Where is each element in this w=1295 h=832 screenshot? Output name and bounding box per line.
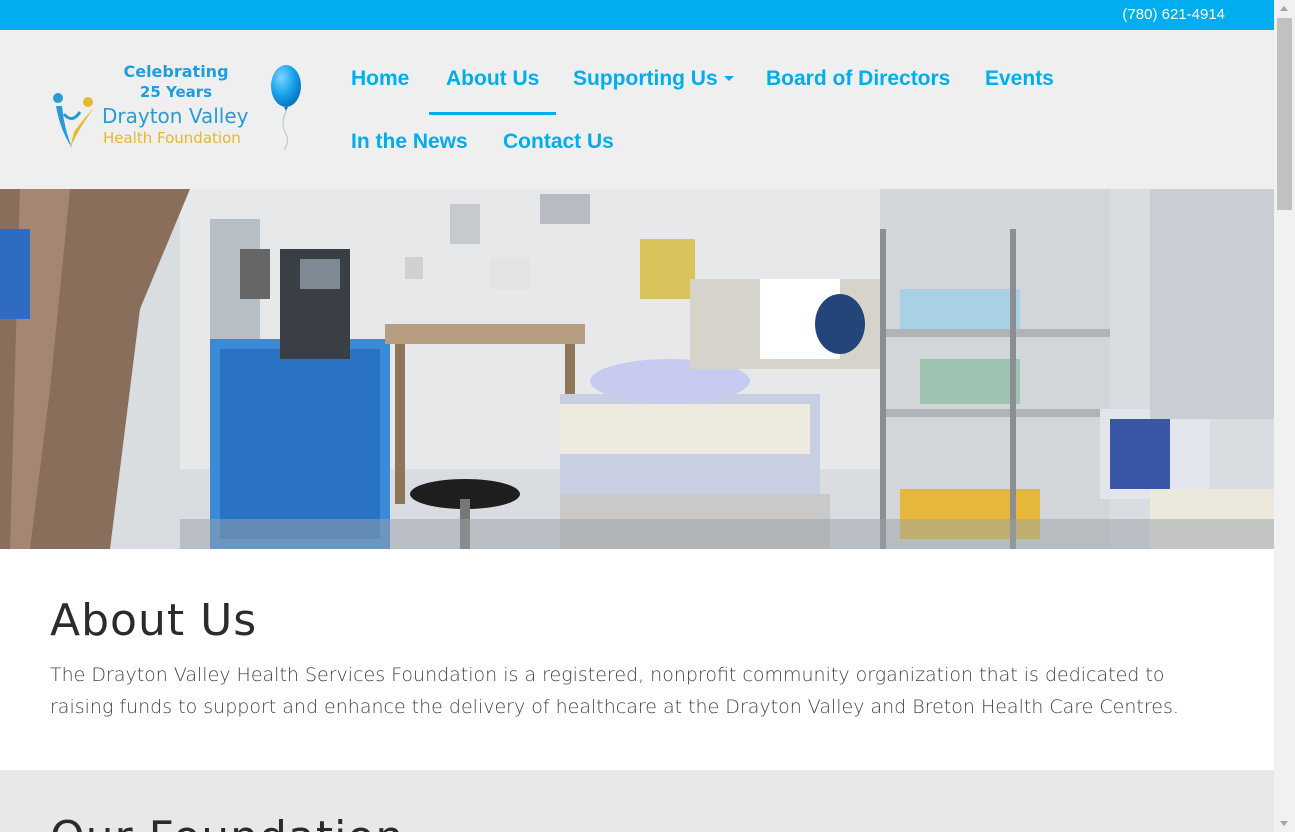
top-bar: (780) 621-4914 — [0, 0, 1274, 30]
nav-board-label: Board of Directors — [766, 67, 951, 90]
about-section: About Us The Drayton Valley Health Servi… — [0, 549, 1274, 770]
about-heading: About Us — [50, 595, 258, 646]
about-body: The Drayton Valley Health Services Found… — [50, 664, 1179, 718]
people-figures-icon — [53, 93, 94, 148]
phone-number[interactable]: (780) 621-4914 — [1122, 6, 1225, 23]
nav-supporting-us[interactable]: Supporting Us — [573, 61, 734, 97]
logo-name-line1: Drayton Valley — [102, 104, 249, 128]
scroll-down-arrow-icon[interactable] — [1274, 815, 1295, 832]
balloon-icon — [271, 65, 301, 151]
page: (780) 621-4914 Celebrating 25 Years Dray… — [0, 0, 1274, 832]
nav-home-label: Home — [351, 67, 410, 90]
nav-contact-us[interactable]: Contact Us — [503, 124, 614, 160]
nav-events[interactable]: Events — [985, 61, 1054, 97]
scrollbar-thumb[interactable] — [1277, 18, 1292, 210]
hero-image-hospital-room — [0, 189, 1274, 549]
nav-contact-label: Contact Us — [503, 130, 614, 153]
nav-events-label: Events — [985, 67, 1054, 90]
caret-down-icon — [723, 75, 734, 81]
scroll-up-arrow-icon[interactable] — [1274, 0, 1295, 17]
nav-board-of-directors[interactable]: Board of Directors — [766, 61, 950, 97]
nav-about-us[interactable]: About Us — [428, 61, 557, 115]
site-logo[interactable]: Celebrating 25 Years Drayton Valley Heal… — [50, 58, 310, 158]
site-header: Celebrating 25 Years Drayton Valley Heal… — [0, 30, 1274, 189]
nav-home[interactable]: Home — [351, 61, 409, 97]
foundation-heading: Our Foundation — [50, 812, 404, 832]
logo-years: 25 Years — [139, 83, 213, 101]
nav-supporting-us-label: Supporting Us — [573, 67, 718, 90]
nav-in-the-news[interactable]: In the News — [351, 124, 468, 160]
vertical-scrollbar[interactable] — [1274, 0, 1295, 832]
logo-celebrating: Celebrating — [123, 62, 229, 81]
nav-news-label: In the News — [351, 130, 468, 153]
logo-name-line2: Health Foundation — [103, 129, 241, 147]
nav-about-us-label: About Us — [446, 67, 540, 90]
foundation-section: Our Foundation — [0, 770, 1274, 832]
